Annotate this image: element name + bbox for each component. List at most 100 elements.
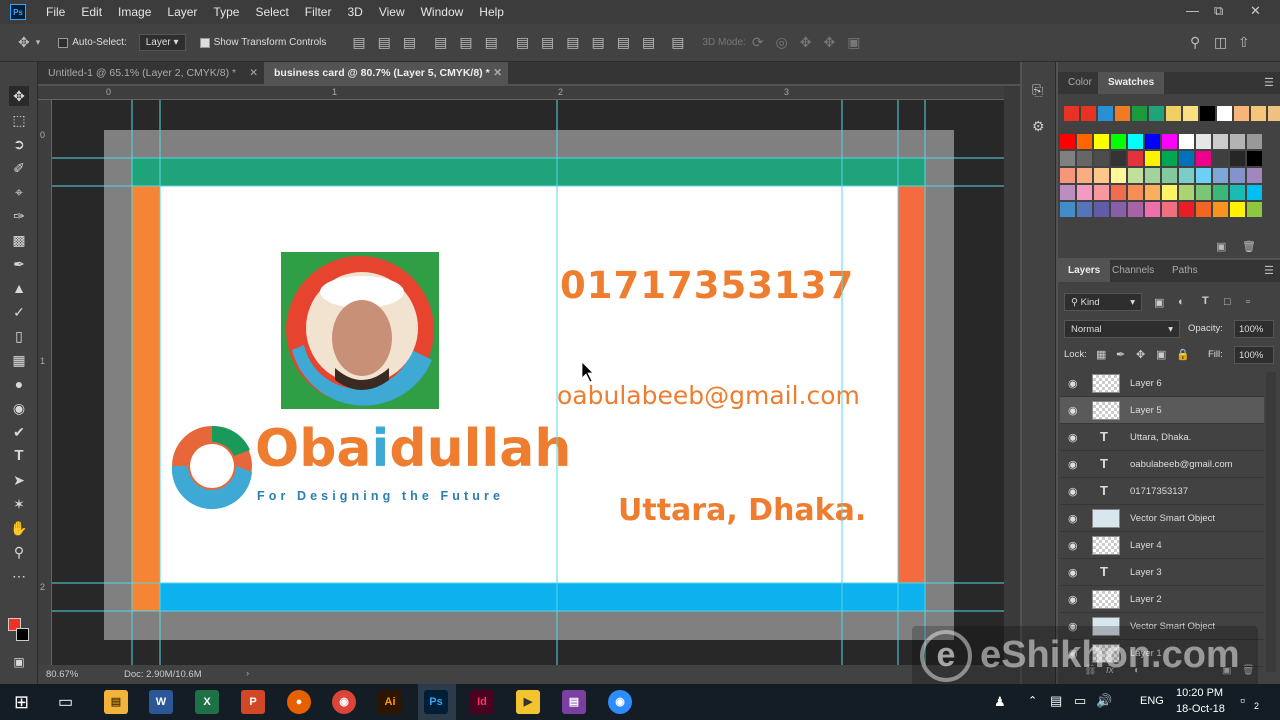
swatch[interactable]: [1111, 134, 1126, 149]
swatch[interactable]: [1162, 168, 1177, 183]
ruler-horizontal[interactable]: 0 1 2 3: [38, 86, 1004, 100]
menu-filter[interactable]: Filter: [297, 5, 340, 19]
swatch[interactable]: [1094, 185, 1109, 200]
zoom-app-icon[interactable]: ◉: [608, 690, 632, 714]
swatch[interactable]: [1111, 168, 1126, 183]
swatch[interactable]: [1077, 202, 1092, 217]
swatch[interactable]: [1247, 134, 1262, 149]
swatch[interactable]: [1098, 106, 1113, 121]
zoom-level[interactable]: 80.67%: [46, 669, 78, 680]
tray-chevron-icon[interactable]: ⌃: [1028, 694, 1037, 707]
swatch[interactable]: [1094, 202, 1109, 217]
chrome-icon[interactable]: ◉: [332, 690, 356, 714]
swatch[interactable]: [1149, 106, 1164, 121]
layer-row[interactable]: ◉ Layer 4: [1060, 532, 1264, 559]
illustrator-icon[interactable]: Ai: [378, 690, 402, 714]
close-tab-icon[interactable]: ✕: [249, 62, 258, 84]
swatch[interactable]: [1128, 151, 1143, 166]
menu-image[interactable]: Image: [110, 5, 159, 19]
swatch[interactable]: [1196, 151, 1211, 166]
swatch[interactable]: [1247, 151, 1262, 166]
swatch[interactable]: [1196, 168, 1211, 183]
visibility-eye-icon[interactable]: ◉: [1068, 593, 1078, 606]
tab-paths[interactable]: Paths: [1162, 260, 1208, 282]
3d-rotate-icon[interactable]: ⟳: [752, 34, 764, 51]
swatch[interactable]: [1230, 202, 1245, 217]
layer-filter-kind[interactable]: ⚲ Kind ▾: [1064, 293, 1142, 311]
people-icon[interactable]: ♟: [994, 694, 1006, 710]
swatch[interactable]: [1162, 202, 1177, 217]
swatch[interactable]: [1179, 185, 1194, 200]
volume-icon[interactable]: 🔊: [1096, 693, 1112, 709]
visibility-eye-icon[interactable]: ◉: [1068, 539, 1078, 552]
menu-view[interactable]: View: [371, 5, 413, 19]
distribute-bottom-icon[interactable]: ▤: [566, 34, 579, 51]
swatch[interactable]: [1145, 202, 1160, 217]
swatch[interactable]: [1213, 202, 1228, 217]
layers-scrollbar[interactable]: [1266, 372, 1276, 672]
share-icon[interactable]: ⇧: [1238, 34, 1250, 51]
swatch[interactable]: [1128, 202, 1143, 217]
eyedropper-tool-icon[interactable]: ✑: [9, 206, 29, 226]
panel-menu-icon[interactable]: ☰: [1264, 76, 1274, 89]
lock-position-icon[interactable]: ✥: [1136, 348, 1145, 361]
windows-start-icon[interactable]: ⊞: [14, 692, 29, 713]
visibility-eye-icon[interactable]: ◉: [1068, 512, 1078, 525]
chevron-down-icon[interactable]: ▾: [36, 37, 41, 48]
delete-swatch-icon[interactable]: 🗑: [1242, 240, 1256, 253]
media-player-icon[interactable]: ▶: [516, 690, 540, 714]
swatch[interactable]: [1060, 185, 1075, 200]
filter-type-icon[interactable]: T: [1202, 295, 1209, 307]
menu-select[interactable]: Select: [247, 5, 296, 19]
dodge-tool-icon[interactable]: ◉: [9, 398, 29, 418]
swatch[interactable]: [1128, 134, 1143, 149]
menu-type[interactable]: Type: [205, 5, 247, 19]
menu-window[interactable]: Window: [413, 5, 472, 19]
swatch[interactable]: [1247, 185, 1262, 200]
panel-menu-icon[interactable]: ☰: [1264, 264, 1274, 277]
show-transform-checkbox[interactable]: [199, 37, 210, 48]
swatch[interactable]: [1162, 151, 1177, 166]
swatch[interactable]: [1162, 134, 1177, 149]
tab-channels[interactable]: Channels: [1102, 260, 1164, 282]
swatch[interactable]: [1230, 185, 1245, 200]
auto-select-dropdown[interactable]: Layer ▾: [138, 34, 186, 51]
close-icon[interactable]: ✕: [1250, 3, 1261, 19]
distribute-left-icon[interactable]: ▤: [592, 34, 605, 51]
swatch[interactable]: [1128, 168, 1143, 183]
restore-icon[interactable]: ⧉: [1214, 3, 1223, 19]
notification-icon[interactable]: ▫: [1240, 692, 1245, 708]
brush-tool-icon[interactable]: ✒: [9, 254, 29, 274]
fill-input[interactable]: 100%: [1234, 346, 1274, 364]
lock-transparent-icon[interactable]: ▦: [1096, 348, 1106, 361]
menu-layer[interactable]: Layer: [159, 5, 205, 19]
swatch[interactable]: [1234, 106, 1249, 121]
swatch[interactable]: [1094, 168, 1109, 183]
lock-all-icon[interactable]: 🔒: [1176, 348, 1190, 361]
swatch[interactable]: [1179, 202, 1194, 217]
swatch[interactable]: [1145, 185, 1160, 200]
move-tool-icon[interactable]: ✥: [9, 86, 29, 106]
path-select-icon[interactable]: ➤: [9, 470, 29, 490]
clock-date[interactable]: 18-Oct-18: [1176, 703, 1225, 715]
swatch[interactable]: [1213, 168, 1228, 183]
search-icon[interactable]: ⚲: [1190, 34, 1200, 51]
swatch[interactable]: [1213, 134, 1228, 149]
swatch[interactable]: [1060, 134, 1075, 149]
distribute-top-icon[interactable]: ▤: [516, 34, 529, 51]
visibility-eye-icon[interactable]: ◉: [1068, 566, 1078, 579]
swatch[interactable]: [1094, 134, 1109, 149]
pen-tool-icon[interactable]: ✔: [9, 422, 29, 442]
tab-swatches[interactable]: Swatches: [1098, 72, 1165, 94]
swatch[interactable]: [1094, 151, 1109, 166]
swatch[interactable]: [1268, 106, 1280, 121]
new-swatch-icon[interactable]: ▣: [1216, 240, 1226, 253]
3d-roll-icon[interactable]: ◎: [776, 34, 788, 51]
close-tab-icon[interactable]: ✕: [493, 62, 502, 84]
swatch[interactable]: [1077, 185, 1092, 200]
blur-tool-icon[interactable]: ●: [9, 374, 29, 394]
swatch[interactable]: [1247, 202, 1262, 217]
canvas-area[interactable]: Obaidullah For Designing the Future 0171…: [52, 100, 1004, 665]
layer-row[interactable]: ◉ T 01717353137: [1060, 478, 1264, 505]
layer-row[interactable]: ◉ Layer 2: [1060, 586, 1264, 613]
